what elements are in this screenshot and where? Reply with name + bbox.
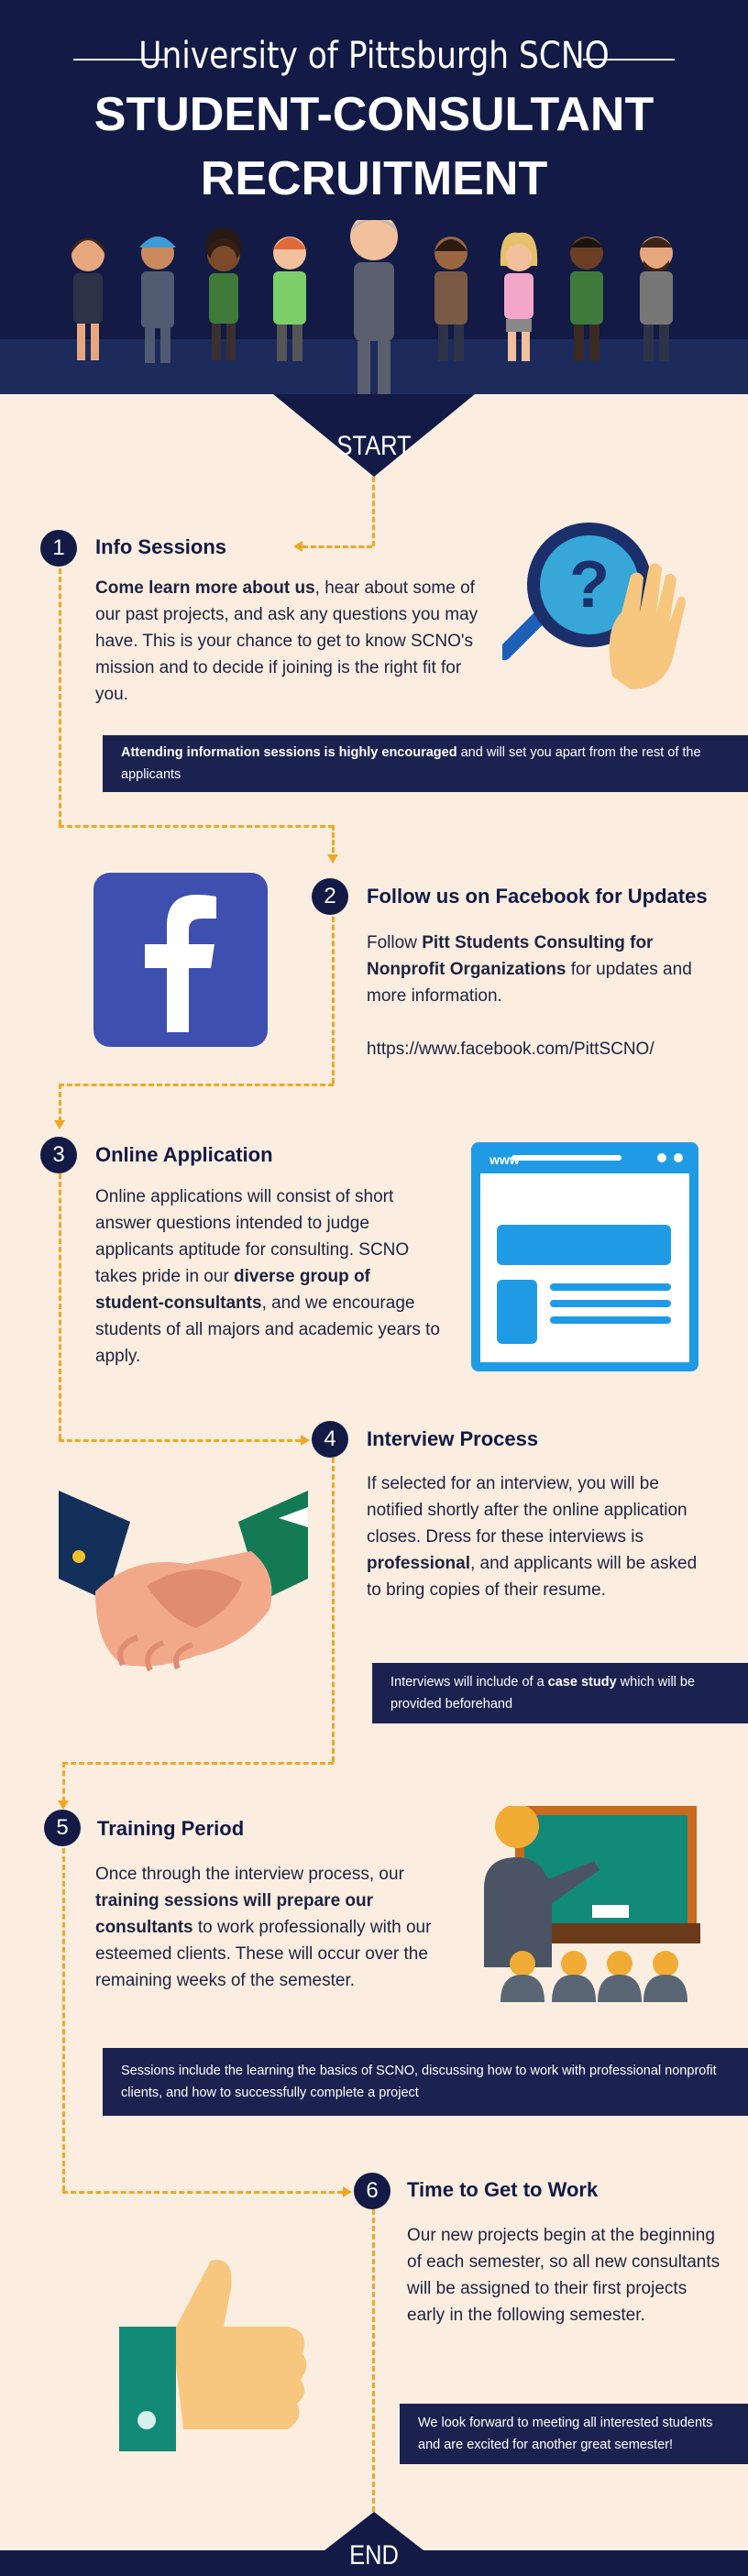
step-number: 4 (312, 1421, 348, 1458)
step-title: Info Sessions (95, 535, 227, 558)
start-label: START (336, 431, 412, 461)
connector-arrow (301, 1435, 310, 1446)
connector-line (59, 568, 61, 825)
person-figure (139, 237, 176, 363)
step-description: Online applications will consist of shor… (95, 1187, 440, 1366)
magnifier-question-icon: ? (502, 523, 686, 689)
step-title: Online Application (95, 1143, 273, 1166)
connector-arrow (343, 2186, 352, 2197)
step-number: 6 (354, 2173, 390, 2209)
step-title: Follow us on Facebook for Updates (367, 885, 708, 908)
facebook-icon[interactable] (94, 873, 268, 1047)
step-title: Interview Process (367, 1427, 539, 1450)
step-description: Follow Pitt Students Consulting for Nonp… (367, 933, 692, 1006)
person-figure (273, 237, 306, 361)
connector-arrow (54, 1120, 65, 1129)
connector-arrow (327, 854, 338, 864)
end-label: END (349, 2540, 399, 2570)
step-description: Come learn more about us, hear about som… (95, 578, 478, 704)
step-title: Training Period (97, 1817, 245, 1840)
handshake-icon (59, 1491, 308, 1672)
person-figure (72, 238, 104, 360)
connector-line (62, 1762, 65, 1802)
facebook-link[interactable]: https://www.facebook.com/PittSCNO/ (367, 1036, 654, 1062)
connector-line (62, 1762, 334, 1765)
page-title: STUDENT-CONSULTANT RECRUITMENT (94, 88, 654, 205)
browser-window-icon: www (471, 1142, 698, 1371)
interview-note: Interviews will include of a case study … (372, 1663, 748, 1723)
info-note: Attending information sessions is highly… (103, 735, 748, 792)
connector-line (59, 1084, 334, 1086)
connector-line (332, 917, 335, 1084)
person-figure (350, 220, 398, 407)
connector-line (372, 2209, 375, 2512)
connector-line (62, 1848, 65, 2191)
connector-line (372, 477, 375, 546)
step-description: Our new projects begin at the beginning … (407, 2226, 720, 2325)
connector-line (59, 1084, 61, 1122)
person-figure (434, 237, 468, 361)
connector-arrow (58, 1800, 69, 1810)
person-figure (570, 237, 603, 361)
person-figure (640, 237, 673, 361)
connector-line (302, 545, 372, 548)
connector-line (62, 2191, 343, 2194)
step-number: 2 (312, 878, 348, 915)
training-note: Sessions include the learning the basics… (103, 2048, 748, 2116)
connector-line (332, 825, 335, 853)
person-figure (500, 232, 538, 361)
connector-line (59, 1173, 61, 1439)
step-number: 1 (40, 530, 77, 567)
university-name: University of Pittsburgh SCNO (138, 35, 610, 77)
thumbs-up-icon (119, 2260, 307, 2451)
connector-line (59, 825, 334, 828)
step-number: 5 (44, 1810, 81, 1846)
step-description: Once through the interview process, our … (95, 1865, 432, 1990)
teacher-board-icon (484, 1806, 700, 2002)
svg-text:?: ? (569, 548, 610, 622)
closing-note: We look forward to meeting all intereste… (400, 2404, 748, 2464)
step-description: If selected for an interview, you will b… (367, 1474, 698, 1600)
connector-line (59, 1439, 301, 1442)
connector-line (332, 1458, 335, 1762)
people-illustration (72, 220, 673, 407)
step-number: 3 (40, 1137, 77, 1173)
person-figure (205, 227, 242, 360)
connector-arrow (293, 541, 302, 552)
step-title: Time to Get to Work (407, 2178, 599, 2201)
